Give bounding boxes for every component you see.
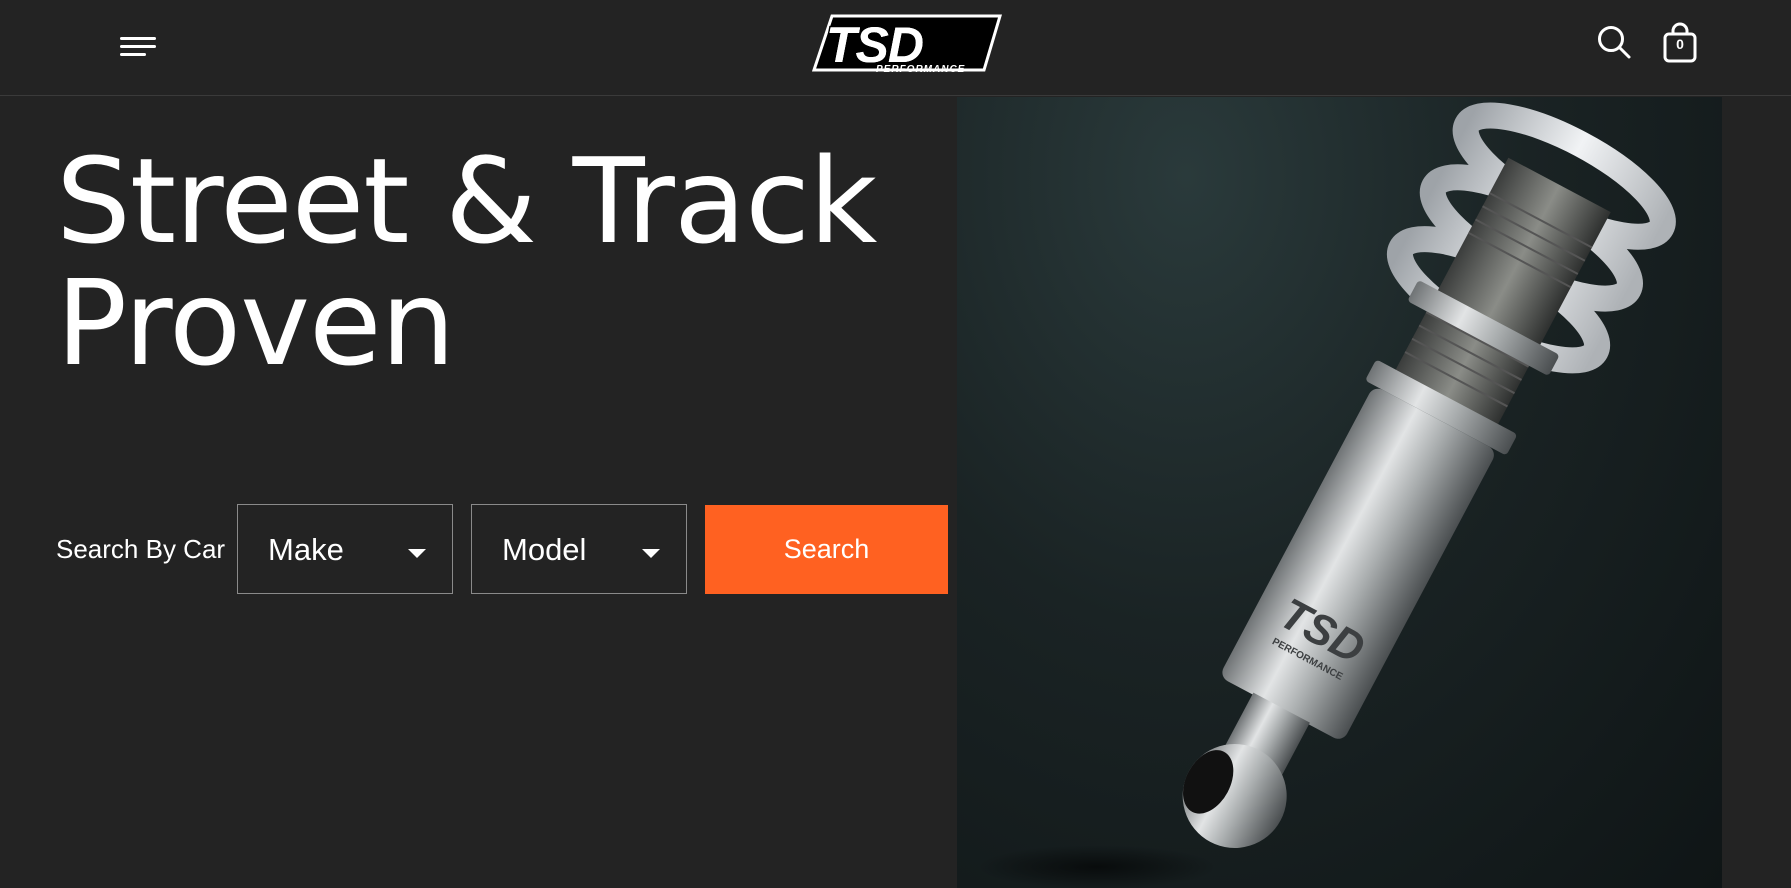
make-select[interactable]: Make <box>237 504 453 594</box>
cart-button[interactable]: 0 <box>1662 22 1698 64</box>
search-button[interactable]: Search <box>705 505 948 594</box>
model-select[interactable]: Model <box>471 504 687 594</box>
search-by-car-label: Search By Car <box>56 534 226 564</box>
hero-title: Street & Track Proven <box>56 140 956 384</box>
page-right-margin <box>1722 97 1791 888</box>
chevron-down-icon <box>642 549 660 558</box>
hero-title-line-2: Proven <box>56 254 455 392</box>
site-logo[interactable]: TSD PERFORMANCE <box>812 12 1004 78</box>
chevron-down-icon <box>408 549 426 558</box>
menu-line <box>120 45 156 48</box>
make-select-value: Make <box>268 532 344 567</box>
model-select-value: Model <box>502 532 587 567</box>
hero-title-line-1: Street & Track <box>56 132 877 270</box>
menu-line <box>120 37 156 40</box>
menu-line <box>120 53 146 56</box>
logo-subtext: PERFORMANCE <box>876 64 966 75</box>
search-icon[interactable] <box>1596 24 1632 60</box>
coilover-illustration-icon: TSD PERFORMANCE <box>977 102 1676 888</box>
cart-count-badge: 0 <box>1676 36 1684 52</box>
hamburger-menu-button[interactable] <box>118 34 158 60</box>
coilover-shock-image: TSD PERFORMANCE <box>957 97 1722 888</box>
site-header: TSD PERFORMANCE 0 <box>0 0 1791 96</box>
